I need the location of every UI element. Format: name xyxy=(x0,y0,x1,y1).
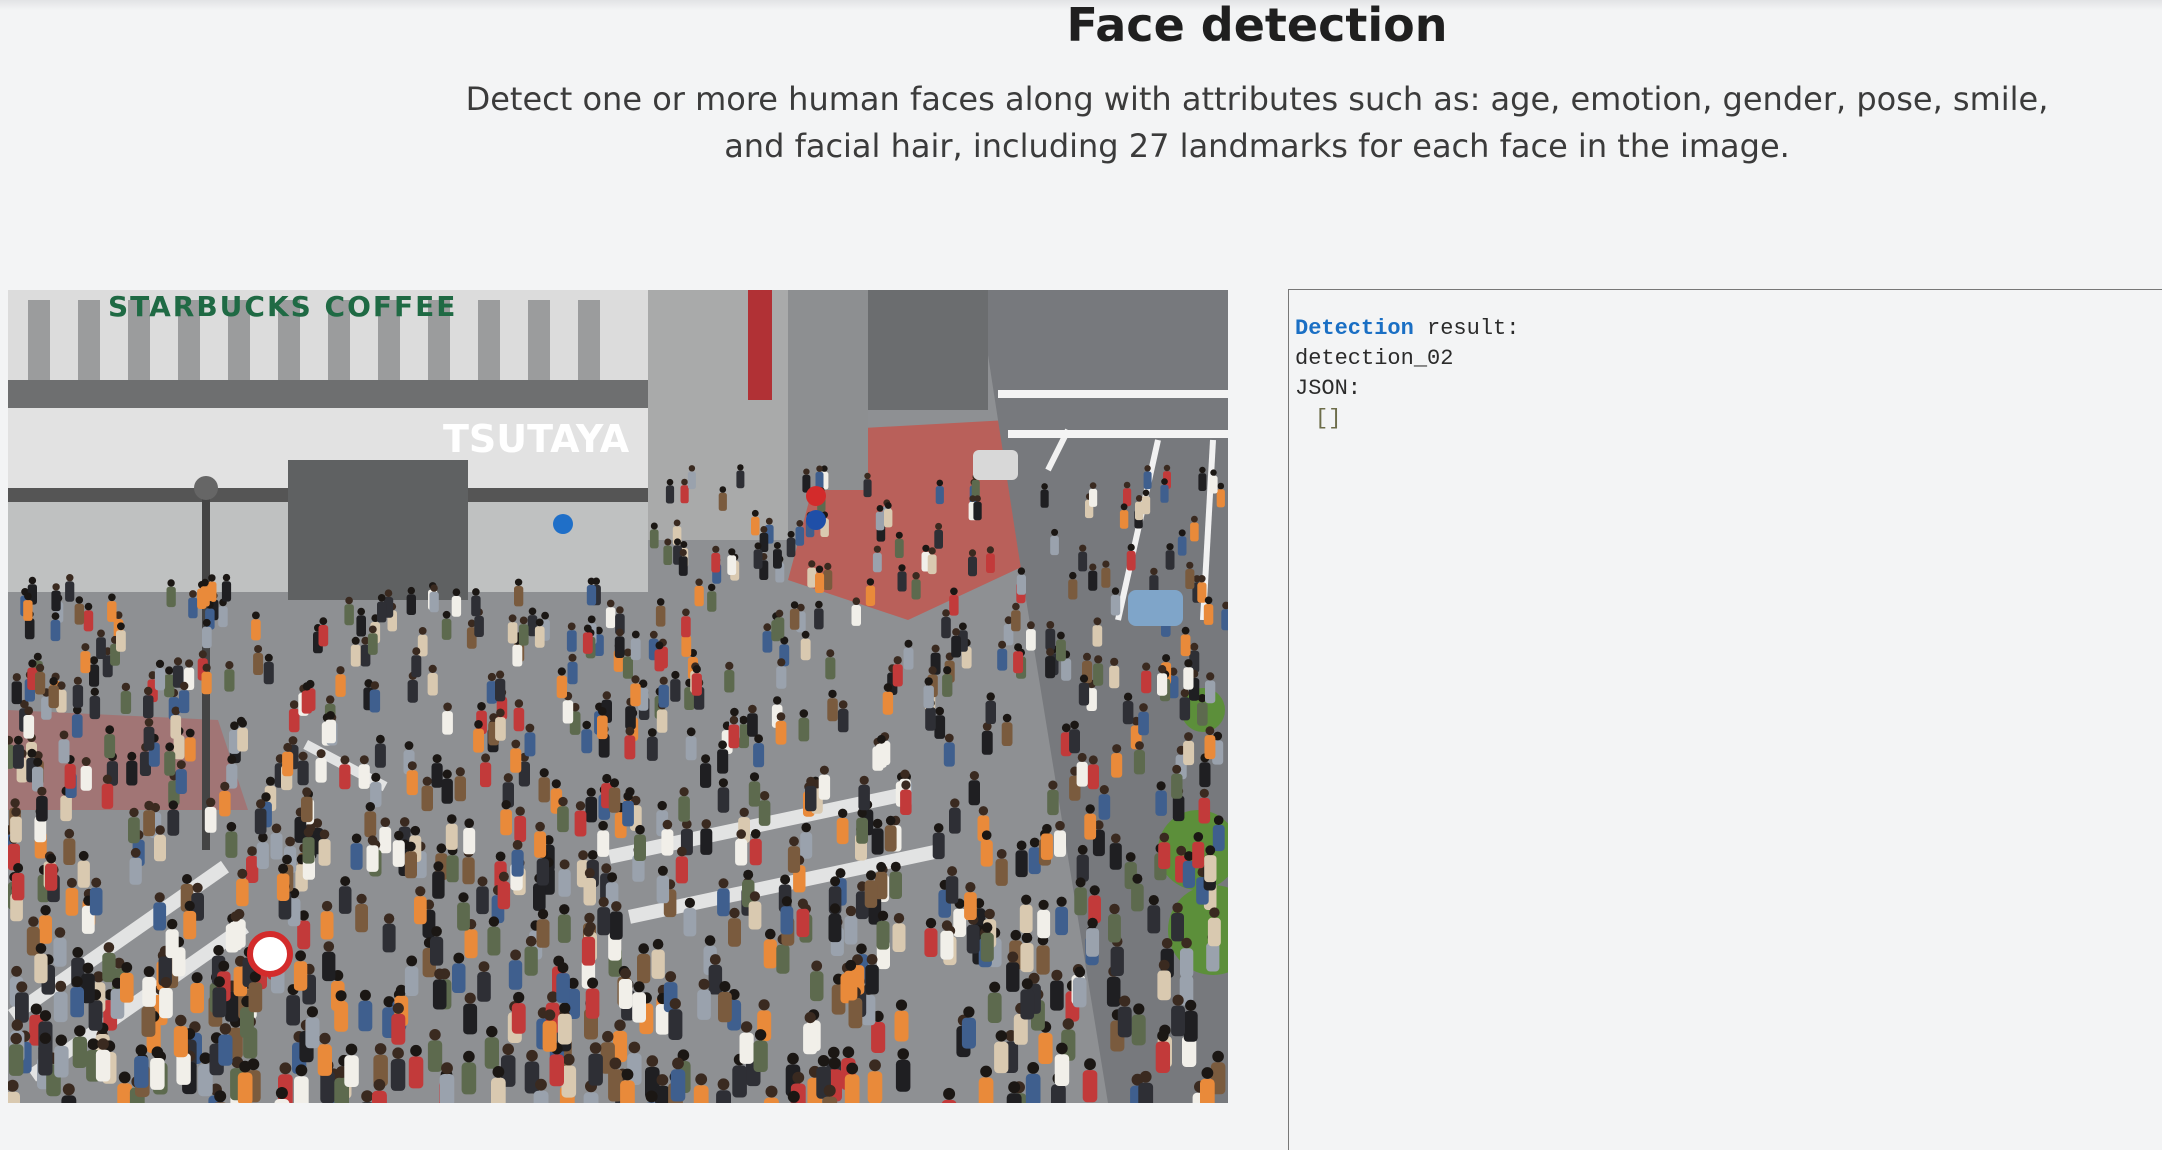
json-value: [] xyxy=(1295,406,1341,431)
json-label: JSON: xyxy=(1295,376,1361,401)
page-title: Face detection xyxy=(0,0,2162,50)
result-panel[interactable]: Detection result: detection_02 JSON: [] xyxy=(1288,289,2162,1150)
starbucks-sign: STARBUCKS COFFEE xyxy=(108,290,457,323)
result-keyword: Detection xyxy=(1295,316,1414,341)
page-subtitle: Detect one or more human faces along wit… xyxy=(440,76,2074,170)
result-label: result: xyxy=(1414,316,1520,341)
crowd-photo[interactable]: STARBUCKS COFFEE TSUTAYA xyxy=(8,290,1228,1103)
result-output[interactable]: Detection result: detection_02 JSON: [] xyxy=(1295,314,1519,434)
crowd-photo-illustration: STARBUCKS COFFEE TSUTAYA xyxy=(8,290,1228,1103)
tsutaya-sign: TSUTAYA xyxy=(443,417,630,461)
detection-id: detection_02 xyxy=(1295,346,1453,371)
